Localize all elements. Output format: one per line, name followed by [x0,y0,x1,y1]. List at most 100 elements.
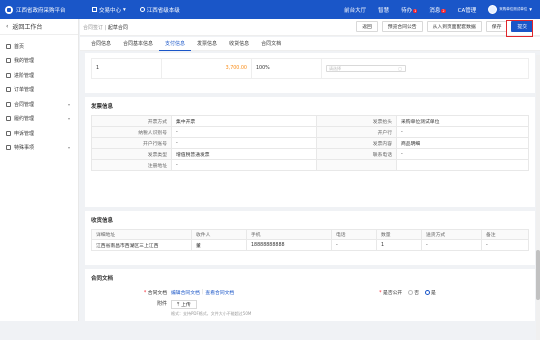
chevron-down-icon: ▾ [67,145,70,151]
smart-link[interactable]: 智慧 [378,6,389,14]
submit-highlight-box [506,20,533,37]
user-menu[interactable]: 采购单位测试单位 ▾ [488,5,532,14]
tab-invoice[interactable]: 发票信息 [191,37,223,51]
table-header-row: 详细地址 收件人 手机 电话 数量 送货方式 备注 [91,229,529,240]
invoice-value: - [171,126,317,138]
table-cell: 董 [191,239,247,251]
menu-trading-center[interactable]: 交易中心 ▾ [92,6,126,14]
column-header: 手机 [246,229,332,240]
column-header: 备注 [481,229,529,240]
sidebar-item-label: 首页 [14,43,25,50]
menu-region[interactable]: 江西省级本级 [139,6,180,14]
invoice-value [396,159,529,171]
chevron-down-icon: ▾ [529,6,532,13]
invoice-title: 发票信息 [91,104,114,110]
save-button[interactable]: 保存 [485,21,508,32]
radio-icon [408,289,414,295]
platform-logo[interactable]: 江西省政府采购平台 [0,5,88,14]
public-yes-radio[interactable]: 是 [425,289,436,296]
tab-payment[interactable]: 支付信息 [159,37,192,51]
menu-region-label: 江西省级本级 [146,7,180,14]
calendar-icon: ▢ [398,66,402,71]
preview-announcement-button[interactable]: 预览合同公告 [381,21,423,32]
public-label: * 是否公开 [379,290,403,296]
table-row: 注册地址 - [91,159,529,171]
invoice-value: 商品明细 [396,137,529,149]
payment-card: 1 3,700.00 100% 请选择 ▢ [85,53,535,93]
public-label-text: 是否公开 [383,290,403,296]
payment-table: 1 3,700.00 100% 请选择 ▢ [91,58,529,79]
back-to-workbench[interactable]: ‹ 返回工作台 [0,19,78,35]
upload-button[interactable]: ⤒ 上传 [171,300,197,309]
invoice-value: - [171,137,317,149]
invoice-value: 增值税普通发票 [171,148,317,160]
import-data-button[interactable]: 从入到页面配套数据 [426,21,482,32]
sidebar-item-orders[interactable]: 订单管理 [0,83,78,98]
contract-doc-card: 合同文档 * 合同文档 编辑合同文档 | 查看合同文档 * 是否公开 否 是 附… [85,269,535,321]
ca-management-link[interactable]: CA管理 [458,6,477,14]
radio-label: 是 [431,290,436,296]
chevron-left-icon: ‹ [6,23,9,30]
table-cell: - [421,239,482,251]
sidebar-item-special[interactable]: 特殊事项 ▾ [0,141,78,156]
invoice-key: 开票方式 [91,115,172,127]
logo-icon [5,5,13,14]
receive-table: 详细地址 收件人 手机 电话 数量 送货方式 备注 江西省南昌市西湖区三上江西 … [91,229,529,251]
sidebar-item-my[interactable]: 我的管理 [0,54,78,69]
upload-label: 上传 [181,303,191,308]
section-tabs: 合同信息 合同基本信息 支付信息 发票信息 收货信息 合同文档 [80,37,540,51]
table-cell: 江西省南昌市西湖区三上江西 [91,239,192,251]
breadcrumb-parent[interactable]: 合同签订 [83,25,103,31]
message-label: 消息 [429,7,441,14]
platform-title: 江西省政府采购平台 [16,7,66,14]
public-no-radio[interactable]: 否 [408,289,419,296]
tab-contract-basic[interactable]: 合同基本信息 [117,37,159,51]
scrollbar[interactable] [536,55,540,340]
view-contract-doc-link[interactable]: 查看合同文档 [205,289,234,296]
sidebar-item-contracts[interactable]: 合同管理 ▾ [0,97,78,112]
contract-icon [6,101,11,107]
scrollbar-thumb[interactable] [536,250,540,300]
payment-date-input[interactable]: 请选择 ▢ [326,65,406,72]
invoice-key: 发票类型 [91,148,172,160]
table-cell: 18888888888 [246,239,332,251]
invoice-key [316,159,397,171]
payment-date-placeholder: 请选择 [329,66,341,71]
breadcrumb-current: 起草合同 [107,24,128,31]
sidebar-item-performance[interactable]: 履约管理 ▾ [0,112,78,127]
tab-contract-doc[interactable]: 合同文档 [255,37,287,51]
contract-doc-title: 合同文档 [91,276,114,282]
todo-label: 待办 [401,7,413,14]
front-hall-link[interactable]: 前台大厅 [344,6,366,14]
table-row: 开票方式 集中开票 发票抬头 采购单位测试单位 [91,115,529,127]
sidebar: ‹ 返回工作台 首页 我的管理 进阶管理 订单管理 合同管理 ▾ 履约管理 ▾ 申诉… [0,19,79,321]
back-button[interactable]: 返回 [356,21,378,32]
message-badge: 2 [441,8,446,13]
upload-icon: ⤒ [177,302,180,308]
sidebar-item-advanced[interactable]: 进阶管理 [0,68,78,83]
grid-icon [92,7,97,12]
sidebar-item-appeals[interactable]: 申诉管理 [0,126,78,141]
top-navbar: 江西省政府采购平台 交易中心 ▾ 江西省级本级 前台大厅 智慧 待办 1 消息 2 … [0,0,540,19]
edit-contract-doc-link[interactable]: 编辑合同文档 [171,289,200,296]
todo-link[interactable]: 待办 1 [401,6,418,14]
column-header: 电话 [331,229,377,240]
receive-title: 收货信息 [91,218,114,224]
receive-card: 收货信息 详细地址 收件人 手机 电话 数量 送货方式 备注 江西省南昌市西湖区… [85,211,535,265]
sidebar-item-home[interactable]: 首页 [0,39,78,54]
performance-icon [6,116,11,122]
tab-contract-info[interactable]: 合同信息 [85,37,117,51]
todo-badge: 1 [413,8,418,13]
chevron-down-icon: ▾ [123,6,126,13]
table-row: 江西省南昌市西湖区三上江西 董 18888888888 - 1 - - [91,239,529,251]
back-to-workbench-label: 返回工作台 [12,24,43,31]
sidebar-item-label: 特殊事项 [14,145,35,152]
special-icon [6,145,11,151]
tab-receive[interactable]: 收货信息 [223,37,255,51]
message-link[interactable]: 消息 2 [429,6,446,14]
table-cell: 1 [376,239,422,251]
upload-tip: 格式：支持PDF格式，文件大小不能超过50M [171,311,252,316]
home-icon [6,43,11,49]
breadcrumb: 合同签订 | 起草合同 返回 预览合同公告 从入到页面配套数据 保存 提交 [80,19,540,37]
list-icon [6,72,11,78]
